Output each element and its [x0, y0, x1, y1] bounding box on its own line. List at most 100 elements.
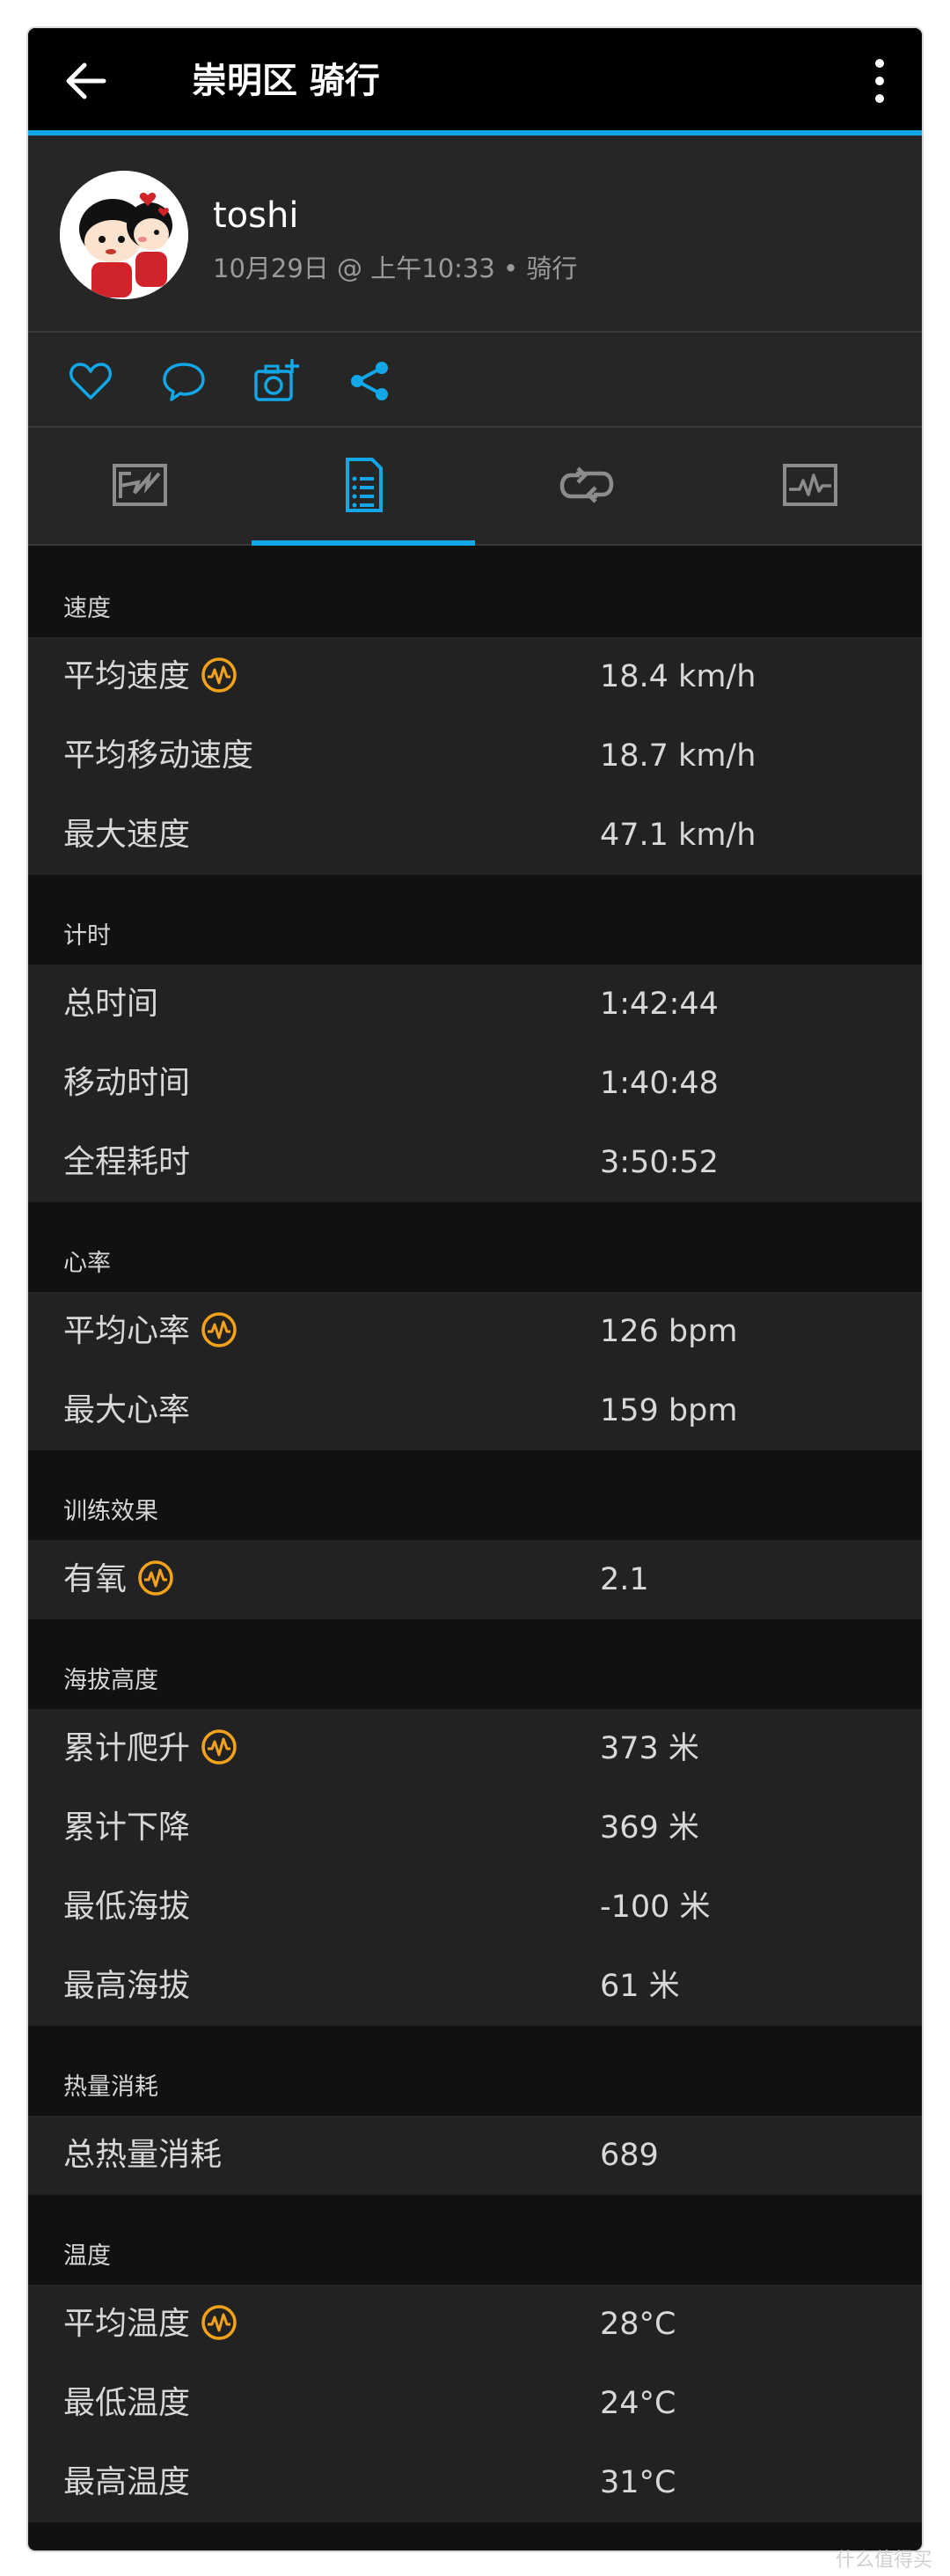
pulse-badge-icon[interactable] [201, 657, 238, 694]
section-title: 计时 [63, 922, 111, 950]
stat-label-text: 累计下降 [63, 1809, 191, 1846]
pulse-badge-icon[interactable] [201, 1311, 238, 1348]
tab-chart[interactable] [698, 428, 922, 546]
stat-label: 全程耗时 [63, 1123, 190, 1202]
stats-list: 速度平均速度 18.4 km/h 平均移动速度 18.7 km/h 最大速度 47.1 k… [28, 547, 922, 2522]
stat-row: 总时间 1:42:44 [28, 965, 922, 1044]
stat-row: 全程耗时 3:50:52 [28, 1123, 922, 1202]
repeat-icon [559, 466, 614, 503]
stat-row: 累计爬升 373 米 [28, 1709, 922, 1788]
stat-value: 3:50:52 [600, 1145, 719, 1180]
stat-label: 总热量消耗 [63, 2116, 222, 2195]
pulse-badge-icon[interactable] [201, 2304, 238, 2341]
section-rows: 累计爬升 373 米累计下降 369 米最低海拔 -100 米最高海拔 61 米 [28, 1709, 922, 2026]
page-title: 崇明区 骑行 [192, 61, 380, 101]
stat-row: 最大速度 47.1 km/h [28, 796, 922, 875]
stat-label-text: 最大速度 [63, 817, 191, 853]
document-icon [346, 458, 383, 512]
stat-value: 369 米 [600, 1810, 699, 1846]
stat-row: 最高温度 31°C [28, 2443, 922, 2522]
stat-label-text: 全程耗时 [63, 1144, 191, 1180]
profile-header: toshi 10月29日 @ 上午10:33 • 骑行 [28, 136, 922, 333]
stat-label: 总时间 [63, 965, 158, 1044]
stat-row: 平均心率 126 bpm [28, 1292, 922, 1371]
section-title: 海拔高度 [63, 1667, 158, 1694]
stat-label: 最低海拔 [63, 1868, 190, 1947]
stat-row: 有氧 2.1 [28, 1540, 922, 1619]
stat-label: 最高温度 [63, 2443, 190, 2522]
stat-label: 有氧 [63, 1540, 174, 1619]
section-title: 训练效果 [63, 1498, 158, 1525]
stat-value: 24°C [600, 2386, 676, 2421]
stat-row: 最低海拔 -100 米 [28, 1868, 922, 1947]
section-header: 速度 [28, 547, 922, 637]
stat-value: 689 [600, 2138, 659, 2173]
pulse-badge-icon[interactable] [201, 1728, 238, 1765]
heart-icon[interactable] [67, 357, 114, 405]
section-title: 温度 [63, 2242, 111, 2270]
active-tab-indicator [252, 540, 475, 546]
stat-value: 31°C [600, 2465, 676, 2500]
stat-label-text: 移动时间 [63, 1065, 191, 1101]
section-title: 心率 [63, 1250, 111, 1277]
stat-value: -100 米 [600, 1890, 711, 1925]
stat-label: 平均移动速度 [63, 716, 253, 796]
stat-label: 最高海拔 [63, 1947, 190, 2026]
stat-label-text: 总热量消耗 [63, 2137, 223, 2173]
stat-value: 126 bpm [600, 1314, 738, 1349]
stat-row: 平均温度 28°C [28, 2285, 922, 2364]
section-rows: 平均速度 18.4 km/h 平均移动速度 18.7 km/h 最大速度 47.1 km/… [28, 637, 922, 875]
section-header: 温度 [28, 2195, 922, 2285]
section-header: 计时 [28, 875, 922, 965]
section-header: 心率 [28, 1202, 922, 1292]
section-header: 海拔高度 [28, 1619, 922, 1709]
back-arrow-icon[interactable] [65, 62, 107, 100]
stat-value: 61 米 [600, 1969, 680, 2004]
more-options-icon[interactable] [871, 55, 888, 107]
stat-label: 累计爬升 [63, 1709, 238, 1788]
comment-icon[interactable] [160, 357, 208, 405]
section-header: 训练效果 [28, 1450, 922, 1540]
activity-screen: 崇明区 骑行 toshi 10月29日 @ 上午10:33 • 骑行 速度 平均… [26, 26, 924, 2552]
stat-label-text: 最低温度 [63, 2385, 191, 2421]
action-row [28, 333, 922, 428]
stat-label-text: 有氧 [63, 1561, 128, 1597]
stat-label: 移动时间 [63, 1044, 190, 1123]
user-name[interactable]: toshi [213, 195, 298, 236]
stat-value: 2.1 [600, 1562, 649, 1597]
map-icon [113, 464, 167, 506]
stat-label-text: 累计爬升 [63, 1730, 191, 1766]
stat-label-text: 平均温度 [63, 2306, 191, 2342]
stat-label: 最大心率 [63, 1371, 190, 1450]
stat-row: 累计下降 369 米 [28, 1788, 922, 1868]
stat-label-text: 总时间 [63, 986, 159, 1022]
stat-label: 平均速度 [63, 637, 238, 716]
stat-label: 平均心率 [63, 1292, 238, 1371]
stat-value: 28°C [600, 2307, 676, 2342]
stat-label: 最大速度 [63, 796, 190, 875]
stat-label: 累计下降 [63, 1788, 190, 1868]
stat-row: 总热量消耗 689 [28, 2116, 922, 2195]
add-photo-icon[interactable] [253, 357, 301, 405]
tab-laps[interactable] [475, 428, 698, 546]
stat-value: 159 bpm [600, 1393, 738, 1428]
share-icon[interactable] [347, 357, 394, 405]
section-rows: 有氧 2.1 [28, 1540, 922, 1619]
stat-row: 平均移动速度 18.7 km/h [28, 716, 922, 796]
tab-map[interactable] [28, 428, 252, 546]
tab-bar [28, 428, 922, 546]
stat-value: 373 米 [600, 1731, 699, 1766]
section-rows: 总热量消耗 689 [28, 2116, 922, 2195]
section-rows: 总时间 1:42:44 移动时间 1:40:48 全程耗时 3:50:52 [28, 965, 922, 1202]
stat-label-text: 平均速度 [63, 658, 191, 694]
stat-row: 最高海拔 61 米 [28, 1947, 922, 2026]
stat-row: 平均速度 18.4 km/h [28, 637, 922, 716]
stat-label-text: 最大心率 [63, 1392, 191, 1428]
stat-label-text: 平均移动速度 [63, 738, 254, 774]
section-title: 速度 [63, 595, 111, 622]
avatar[interactable] [60, 171, 188, 299]
pulse-badge-icon[interactable] [137, 1560, 174, 1596]
app-bar: 崇明区 骑行 [28, 28, 922, 134]
tab-stats[interactable] [252, 428, 475, 546]
stat-row: 最低温度 24°C [28, 2364, 922, 2443]
